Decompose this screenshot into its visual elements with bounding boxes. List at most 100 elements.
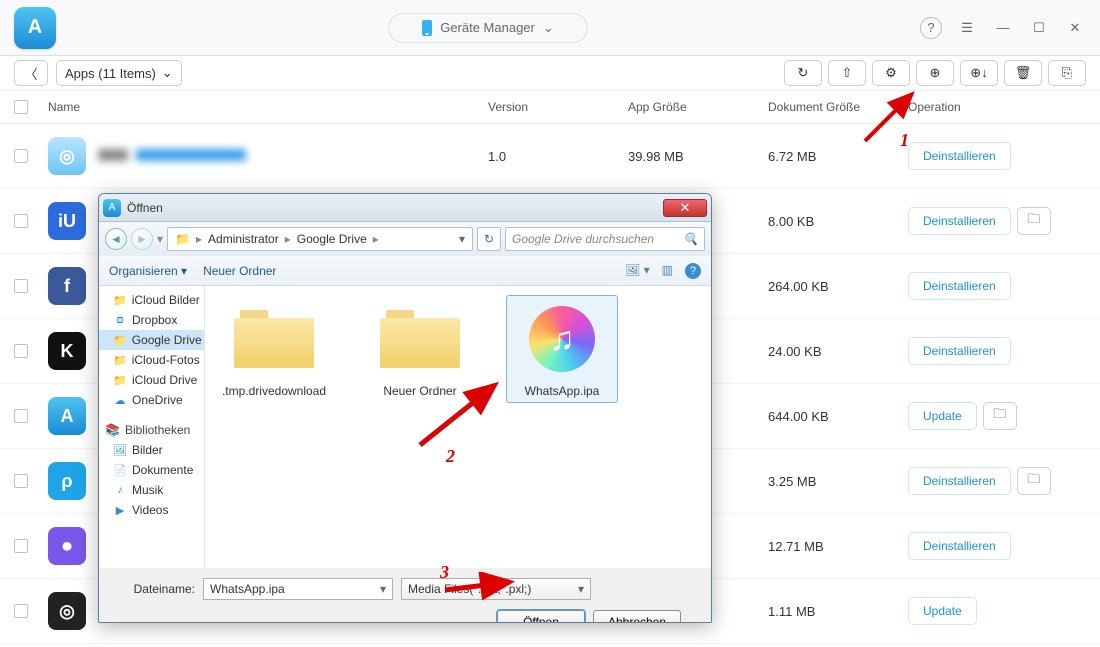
doc-size: 24.00 KB xyxy=(768,344,908,359)
open-folder-button[interactable]: 🗀 xyxy=(1017,207,1051,235)
organise-menu[interactable]: Organisieren ▾ xyxy=(109,264,187,278)
app-icon: ◎ xyxy=(48,592,86,630)
operation-button[interactable]: Deinstallieren xyxy=(908,142,1011,170)
side-libraries[interactable]: 📚Bibliotheken xyxy=(99,420,204,440)
side-videos[interactable]: ▶Videos xyxy=(99,500,204,520)
maximize-button[interactable]: ☐ xyxy=(1028,17,1050,39)
operation-button[interactable]: Deinstallieren xyxy=(908,532,1011,560)
side-bilder[interactable]: 🖼Bilder xyxy=(99,440,204,460)
search-icon: 🔍 xyxy=(683,232,698,246)
filename-input[interactable]: WhatsApp.ipa▾ xyxy=(203,578,393,600)
row-checkbox[interactable] xyxy=(14,279,28,293)
dialog-title: Öffnen xyxy=(127,201,163,215)
doc-size: 264.00 KB xyxy=(768,279,908,294)
annotation-3: 3 xyxy=(440,562,449,583)
download-button[interactable]: ⊕↓ xyxy=(960,60,998,86)
annotation-1: 1 xyxy=(900,130,909,151)
upload-button[interactable]: ⇧ xyxy=(828,60,866,86)
app-icon: ⏺ xyxy=(48,527,86,565)
operation-button[interactable]: Deinstallieren xyxy=(908,207,1011,235)
new-folder-button[interactable]: Neuer Ordner xyxy=(203,264,276,278)
operation-button[interactable]: Update xyxy=(908,597,977,625)
app-icon: ◎ xyxy=(48,137,86,175)
export-button[interactable]: ⎘ xyxy=(1048,60,1086,86)
operation-button[interactable]: Deinstallieren xyxy=(908,337,1011,365)
app-name xyxy=(98,149,246,164)
row-checkbox[interactable] xyxy=(14,604,28,618)
breadcrumb-bar[interactable]: 📁 ▸ Administrator ▸ Google Drive ▸ ▾ xyxy=(167,227,473,251)
delete-button[interactable]: 🗑 xyxy=(1004,60,1042,86)
doc-size: 6.72 MB xyxy=(768,149,908,164)
dialog-sidebar: 📁iCloud Bilder ⧈Dropbox 📁Google Drive 📁i… xyxy=(99,286,205,568)
row-checkbox[interactable] xyxy=(14,149,28,163)
nav-refresh-button[interactable]: ↻ xyxy=(477,227,501,251)
side-google-drive[interactable]: 📁Google Drive xyxy=(99,330,204,350)
chevron-down-icon: ⌄ xyxy=(162,65,173,81)
side-icloud-bilder[interactable]: 📁iCloud Bilder xyxy=(99,290,204,310)
file-tmp-folder[interactable]: .tmp.drivedownload xyxy=(219,300,329,398)
dialog-help-button[interactable]: ? xyxy=(685,263,701,279)
refresh-button[interactable]: ↻ xyxy=(784,60,822,86)
file-list: .tmp.drivedownload Neuer Ordner ♫ WhatsA… xyxy=(205,286,711,568)
filetype-select[interactable]: Media Files(*.ipa;*.pxl;)▾ xyxy=(401,578,591,600)
row-checkbox[interactable] xyxy=(14,539,28,553)
back-button[interactable]: 〈 xyxy=(14,60,48,86)
nav-back-button[interactable]: ◄ xyxy=(105,228,127,250)
file-whatsapp-ipa[interactable]: ♫ WhatsApp.ipa xyxy=(507,296,617,402)
col-doc: Dokument Größe xyxy=(768,100,908,114)
menu-icon[interactable]: ☰ xyxy=(956,17,978,39)
dialog-icon: A xyxy=(103,199,121,217)
view-mode-button[interactable]: 🖼 ▾ xyxy=(625,263,650,279)
side-onedrive[interactable]: ☁OneDrive xyxy=(99,390,204,410)
row-checkbox[interactable] xyxy=(14,214,28,228)
side-icloud-fotos[interactable]: 📁iCloud-Fotos xyxy=(99,350,204,370)
file-open-dialog: A Öffnen ✕ ◄ ► ▾ 📁 ▸ Administrator ▸ Goo… xyxy=(98,193,712,623)
chevron-down-icon[interactable]: ▾ xyxy=(157,232,163,246)
search-placeholder: Google Drive durchsuchen xyxy=(512,232,654,246)
app-icon: f xyxy=(48,267,86,305)
open-folder-button[interactable]: 🗀 xyxy=(983,402,1017,430)
app-size: 39.98 MB xyxy=(628,149,768,164)
filename-label: Dateiname: xyxy=(117,582,195,596)
chevron-down-icon: ⌄ xyxy=(543,20,554,36)
minimize-button[interactable]: — xyxy=(992,17,1014,39)
close-button[interactable]: ✕ xyxy=(1064,17,1086,39)
side-dokumente[interactable]: 📄Dokumente xyxy=(99,460,204,480)
row-checkbox[interactable] xyxy=(14,344,28,358)
file-label: .tmp.drivedownload xyxy=(219,384,329,398)
device-selector[interactable]: Geräte Manager ⌄ xyxy=(388,13,588,43)
dialog-close-button[interactable]: ✕ xyxy=(663,199,707,217)
col-version: Version xyxy=(488,100,628,114)
operation-button[interactable]: Update xyxy=(908,402,977,430)
app-icon: K xyxy=(48,332,86,370)
row-checkbox[interactable] xyxy=(14,474,28,488)
operation-button[interactable]: Deinstallieren xyxy=(908,272,1011,300)
open-folder-button[interactable]: 🗀 xyxy=(1017,467,1051,495)
chevron-down-icon[interactable]: ▾ xyxy=(456,232,468,246)
doc-size: 3.25 MB xyxy=(768,474,908,489)
file-neuer-ordner[interactable]: Neuer Ordner xyxy=(365,300,475,398)
col-name: Name xyxy=(48,100,488,114)
select-all-checkbox[interactable] xyxy=(14,100,28,114)
doc-size: 1.11 MB xyxy=(768,604,908,619)
row-checkbox[interactable] xyxy=(14,409,28,423)
nav-forward-button[interactable]: ► xyxy=(131,228,153,250)
doc-size: 644.00 KB xyxy=(768,409,908,424)
doc-size: 8.00 KB xyxy=(768,214,908,229)
add-button[interactable]: ⊕ xyxy=(916,60,954,86)
side-musik[interactable]: ♪Musik xyxy=(99,480,204,500)
operation-button[interactable]: Deinstallieren xyxy=(908,467,1011,495)
side-dropbox[interactable]: ⧈Dropbox xyxy=(99,310,204,330)
settings-button[interactable]: ⚙ xyxy=(872,60,910,86)
search-input[interactable]: Google Drive durchsuchen 🔍 xyxy=(505,227,705,251)
help-button[interactable]: ? xyxy=(920,17,942,39)
section-selector[interactable]: Apps (11 Items) ⌄ xyxy=(56,60,182,86)
crumb-admin[interactable]: Administrator xyxy=(205,232,282,246)
open-button[interactable]: Öffnen xyxy=(497,610,585,623)
app-logo: A xyxy=(14,7,56,49)
crumb-gdrive[interactable]: Google Drive xyxy=(294,232,370,246)
preview-pane-button[interactable]: ▥ xyxy=(662,263,673,279)
app-icon: ρ xyxy=(48,462,86,500)
side-icloud-drive[interactable]: 📁iCloud Drive xyxy=(99,370,204,390)
cancel-button[interactable]: Abbrechen xyxy=(593,610,681,623)
